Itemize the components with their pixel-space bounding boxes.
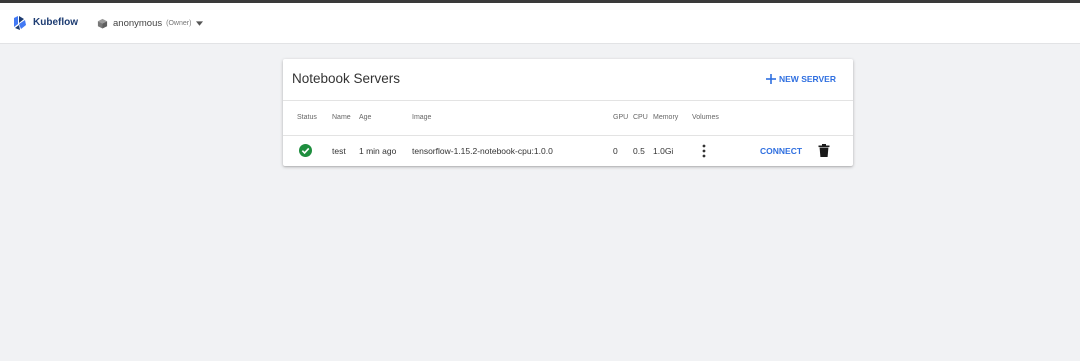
column-header-name[interactable]: Name	[332, 114, 351, 121]
new-server-button[interactable]: NEW SERVER	[766, 72, 836, 86]
cube-icon	[97, 18, 108, 29]
column-header-image[interactable]: Image	[412, 114, 431, 121]
row-cpu: 0.5	[633, 146, 645, 156]
more-vert-icon[interactable]	[701, 144, 707, 158]
namespace-user: anonymous	[113, 17, 163, 29]
kubeflow-logo-icon[interactable]	[12, 15, 28, 31]
notebook-servers-card: Notebook Servers NEW SERVER Status Name …	[283, 59, 853, 166]
namespace-role: (Owner)	[166, 19, 192, 27]
row-name: test	[332, 146, 346, 156]
column-header-memory[interactable]: Memory	[653, 114, 678, 121]
trash-icon[interactable]	[818, 144, 830, 157]
card-header: Notebook Servers NEW SERVER	[283, 59, 853, 101]
column-header-status[interactable]: Status	[297, 114, 317, 121]
row-gpu: 0	[613, 146, 618, 156]
table-header: Status Name Age Image GPU CPU Memory Vol…	[283, 101, 853, 136]
brand-name[interactable]: Kubeflow	[33, 17, 78, 28]
check-circle-icon	[299, 144, 312, 157]
connect-button[interactable]: CONNECT	[760, 146, 802, 156]
namespace-selector[interactable]: anonymous (Owner)	[97, 15, 204, 31]
top-app-bar: Kubeflow anonymous (Owner)	[0, 3, 1080, 44]
caret-down-icon	[196, 20, 204, 26]
column-header-volumes: Volumes	[692, 114, 719, 121]
page-title: Notebook Servers	[292, 71, 401, 86]
column-header-cpu[interactable]: CPU	[633, 114, 648, 121]
column-header-gpu[interactable]: GPU	[613, 114, 628, 121]
plus-icon	[766, 74, 776, 84]
row-age: 1 min ago	[359, 146, 397, 156]
table-row: test 1 min ago tensorflow-1.15.2-noteboo…	[283, 136, 853, 166]
row-memory: 1.0Gi	[653, 146, 674, 156]
new-server-label: NEW SERVER	[779, 74, 836, 84]
row-image: tensorflow-1.15.2-notebook-cpu:1.0.0	[412, 146, 553, 156]
column-header-age[interactable]: Age	[359, 114, 371, 121]
